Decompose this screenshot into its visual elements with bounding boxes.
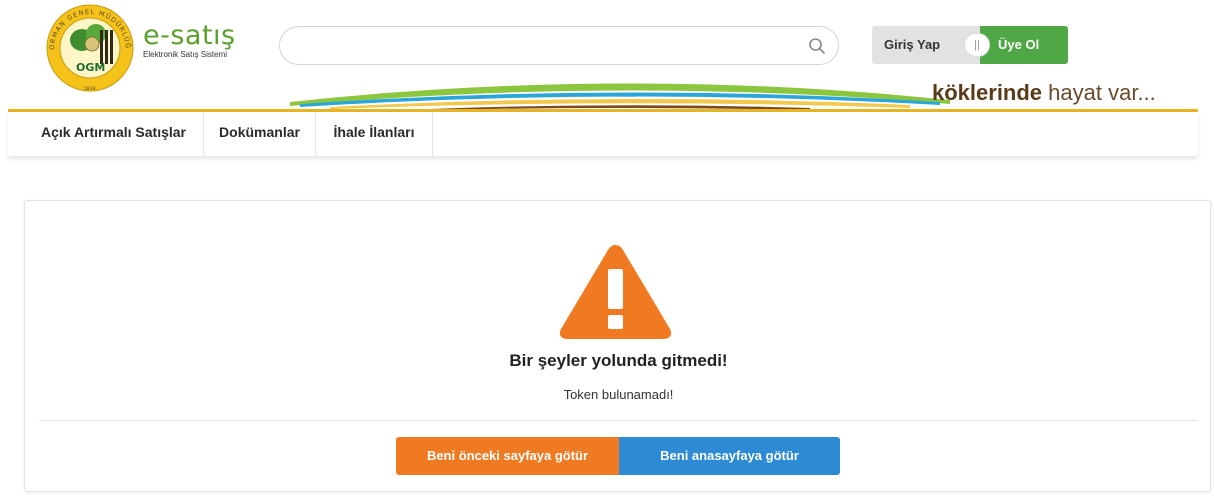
error-card: Bir şeyler yolunda gitmedi! Token buluna…: [24, 200, 1211, 492]
brand-logo-text[interactable]: e-satış Elektronik Satış Sistemi: [143, 22, 236, 59]
slogan-bold: köklerinde: [932, 80, 1043, 105]
signup-button[interactable]: Üye Ol: [980, 26, 1068, 64]
nav-item-documents[interactable]: Dokümanlar: [204, 112, 316, 156]
brand-title: e-satış: [143, 20, 236, 51]
decorative-waves: [290, 83, 950, 110]
search-bar: [279, 26, 839, 65]
error-message: Token bulunamadı!: [563, 387, 674, 402]
nav-item-auctions[interactable]: Açık Artırmalı Satışlar: [24, 112, 204, 156]
seal-year: 1839: [84, 86, 96, 92]
nav-item-tender-notices[interactable]: İhale İlanları: [316, 112, 433, 156]
search-icon[interactable]: [808, 37, 826, 55]
warning-icon: [559, 245, 672, 339]
card-divider: [39, 420, 1197, 421]
main-nav: Açık Artırmalı Satışlar Dokümanlar İhale…: [8, 112, 1198, 156]
slogan: köklerinde hayat var...: [932, 80, 1156, 106]
search-input[interactable]: [298, 36, 798, 56]
go-home-button[interactable]: Beni anasayfaya götür: [619, 437, 840, 475]
auth-switch: Giriş Yap Üye Ol ||: [872, 26, 1068, 64]
ogm-seal-logo[interactable]: ORMAN GENEL MÜDÜRLÜĞÜ OGM 1839: [40, 0, 140, 92]
site-header: ORMAN GENEL MÜDÜRLÜĞÜ OGM 1839 e-satış E…: [0, 0, 1214, 112]
error-title: Bir şeyler yolunda gitmedi!: [509, 351, 728, 370]
auth-toggle-knob[interactable]: ||: [964, 33, 990, 57]
go-back-button[interactable]: Beni önceki sayfaya götür: [396, 437, 619, 475]
slogan-rest: hayat var...: [1042, 80, 1156, 105]
seal-initials: OGM: [76, 61, 105, 74]
brand-subtitle: Elektronik Satış Sistemi: [143, 50, 228, 59]
